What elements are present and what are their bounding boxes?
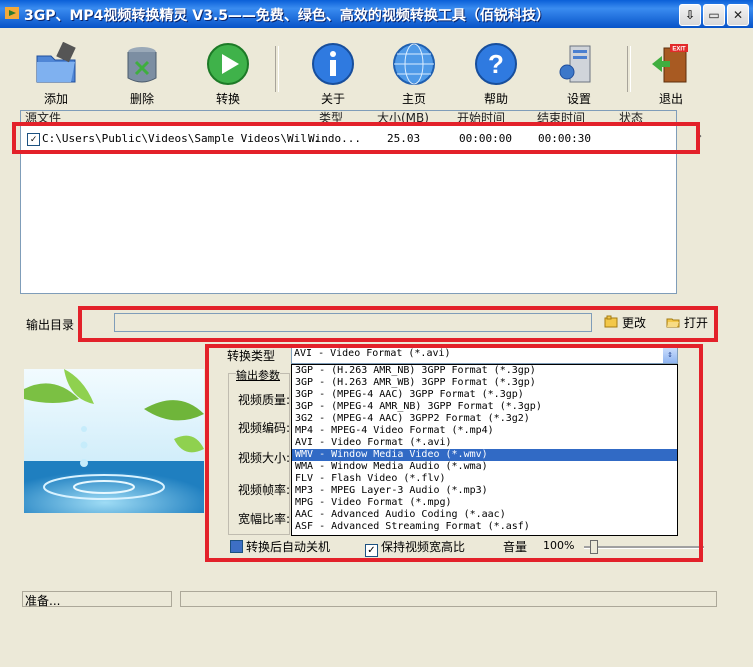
main-window: 3GP、MP4视频转换精灵 V3.5——免费、绿色、高效的视频转换工具（佰锐科技… <box>0 0 753 667</box>
convert-label: 转换 <box>215 92 240 106</box>
convert-button[interactable]: 转换 <box>200 42 256 112</box>
svg-text:?: ? <box>488 49 504 79</box>
play-icon <box>207 43 249 85</box>
delete-label: 删除 <box>129 92 154 106</box>
window-title: 3GP、MP4视频转换精灵 V3.5——免费、绿色、高效的视频转换工具（佰锐科技… <box>24 8 550 24</box>
highlight-box-output <box>78 306 718 342</box>
toolbar-separator <box>627 46 631 92</box>
minimize-button[interactable]: ⇩ <box>679 4 701 26</box>
help-icon: ? <box>475 43 517 85</box>
app-icon <box>5 7 19 19</box>
about-label: 关于 <box>320 92 345 106</box>
maximize-button[interactable]: ▭ <box>703 4 725 26</box>
status-text: 准备... <box>25 594 61 608</box>
status-panel: 准备... <box>22 591 172 608</box>
trash-icon <box>127 47 157 83</box>
exit-button[interactable]: EXIT 退出 <box>643 42 699 112</box>
exit-label: 退出 <box>658 92 683 106</box>
svg-text:EXIT: EXIT <box>672 47 686 53</box>
globe-icon <box>393 43 435 85</box>
settings-button[interactable]: 设置 <box>551 42 607 112</box>
add-label: 添加 <box>43 92 68 106</box>
status-panel-right <box>180 591 717 607</box>
add-folder-icon <box>36 42 76 83</box>
info-icon <box>312 43 354 85</box>
toolbar: 添加 删除 转换 关于 主页 ? 帮助 设置 EXIT 退出 <box>0 30 753 106</box>
home-button[interactable]: 主页 <box>386 42 442 112</box>
preview-image <box>24 369 204 513</box>
highlight-box-file-row <box>12 122 700 154</box>
computer-settings-icon <box>559 45 591 83</box>
settings-label: 设置 <box>566 92 591 106</box>
help-label: 帮助 <box>483 92 508 106</box>
output-dir-label: 输出目录 <box>26 318 75 332</box>
title-bar[interactable]: 3GP、MP4视频转换精灵 V3.5——免费、绿色、高效的视频转换工具（佰锐科技… <box>0 0 753 28</box>
home-label: 主页 <box>401 92 426 106</box>
highlight-box-convert <box>205 344 703 562</box>
delete-button[interactable]: 删除 <box>114 42 170 112</box>
exit-door-icon: EXIT <box>652 44 688 83</box>
about-button[interactable]: 关于 <box>305 42 361 112</box>
add-button[interactable]: 添加 <box>28 42 84 112</box>
toolbar-separator <box>275 46 279 92</box>
close-button[interactable]: ✕ <box>727 4 749 26</box>
help-button[interactable]: ? 帮助 <box>468 42 524 112</box>
